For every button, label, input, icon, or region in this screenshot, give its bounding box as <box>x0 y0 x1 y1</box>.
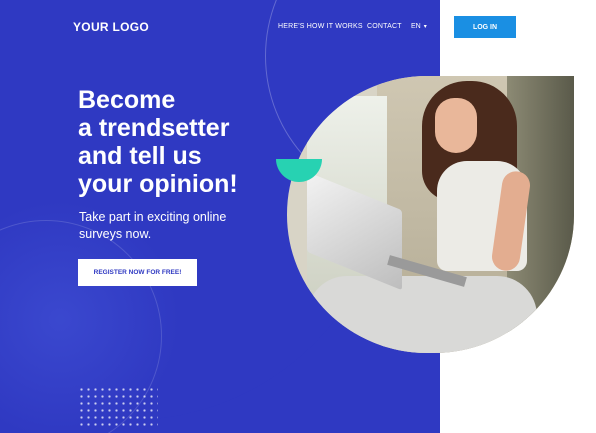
hero-subtext: Take part in exciting online surveys now… <box>79 209 279 243</box>
headline-line: a trendsetter <box>78 114 230 142</box>
dot-grid-decoration <box>78 386 158 426</box>
top-navigation: YOUR LOGO HERE'S HOW IT WORKS CONTACT EN… <box>0 0 596 56</box>
headline-line: Become <box>78 86 176 114</box>
subtext-line: Take part in exciting online <box>79 210 227 224</box>
logo[interactable]: YOUR LOGO <box>73 20 149 34</box>
login-button[interactable]: LOG IN <box>454 16 516 38</box>
hero-headline: Become a trendsetter and tell us your op… <box>78 86 288 198</box>
chevron-down-icon: ▾ <box>423 24 427 30</box>
hero-photo <box>287 76 574 353</box>
language-label: EN <box>411 23 421 30</box>
headline-line: your opinion! <box>78 170 238 198</box>
subtext-line: surveys now. <box>79 227 152 241</box>
nav-link-contact[interactable]: CONTACT <box>367 23 402 30</box>
language-selector[interactable]: EN ▾ <box>411 23 427 30</box>
headline-line: and tell us <box>78 142 202 170</box>
nav-link-how-it-works[interactable]: HERE'S HOW IT WORKS <box>278 23 363 30</box>
photo-face <box>435 98 477 153</box>
register-button[interactable]: REGISTER NOW FOR FREE! <box>78 259 197 286</box>
